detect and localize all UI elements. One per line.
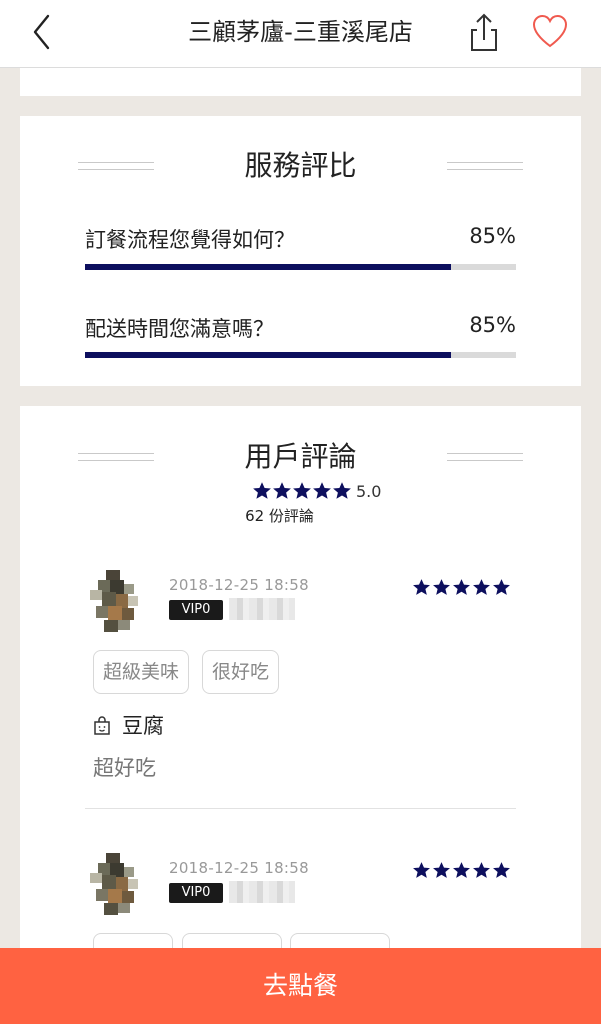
dish-name: 豆腐 [122,714,164,738]
previous-card [20,68,581,96]
review-time: 2018-12-25 18:58 [169,859,309,877]
rating-bar-fill [85,264,452,270]
rating-row-delivery-time: 配送時間您滿意嗎？ 85% [85,313,516,347]
review-divider [85,808,516,809]
decorative-line [447,453,523,461]
review-time: 2018-12-25 18:58 [169,576,309,594]
star-icon [433,862,450,878]
star-icon [253,482,271,499]
star-icon [453,579,470,595]
heart-outline-icon [532,14,568,48]
review-tag: 很好吃 [202,650,280,694]
star-icon [493,579,510,595]
review-stars [412,578,512,597]
reviewer-name-blurred [229,881,295,903]
star-icon [473,862,490,878]
star-icon [493,862,510,878]
review-text: 超好吃 [93,756,156,780]
star-icon [473,579,490,595]
reviewer-name-blurred [229,598,295,620]
rating-question: 訂餐流程您覺得如何？ [85,228,295,252]
review-count: 62 份評論 [245,507,314,525]
rating-percent: 85% [469,313,516,337]
rating-percent: 85% [469,224,516,248]
star-icon [293,482,311,499]
review-tag: 超級美味 [93,650,190,694]
star-icon [413,862,430,878]
avatar [84,847,152,919]
summary-score: 5.0 [356,481,382,501]
star-icon [433,579,450,595]
review-item: 2018-12-25 18:58 VIP0 超級美味 很好吃 豆腐 超好吃 [20,554,581,812]
share-icon [471,13,497,51]
nav-bar: 三顧茅廬-三重溪尾店 [0,0,601,68]
back-button[interactable] [22,10,66,54]
star-icon [413,579,430,595]
summary-rating: 5.0 [252,480,381,502]
order-button[interactable]: 去點餐 [0,948,601,1024]
rating-row-order-process: 訂餐流程您覺得如何？ 85% [85,224,516,258]
share-button[interactable] [462,10,506,56]
summary-stars [252,481,352,501]
user-reviews-card: 用戶評論 5.0 62 份評論 2018-12-25 18:58 VIP0 超級… [20,406,581,966]
decorative-line [447,162,523,170]
service-rating-card: 服務評比 訂餐流程您覺得如何？ 85% 配送時間您滿意嗎？ 85% [20,116,581,386]
vip-badge: VIP0 [169,600,223,620]
dish-bag-icon [94,716,110,735]
avatar [84,564,152,636]
vip-badge: VIP0 [169,883,223,903]
rating-bar-fill [85,352,452,358]
favorite-button[interactable] [530,12,570,52]
star-icon [313,482,331,499]
reviews-section-header: 用戶評論 [20,435,581,479]
page-title: 三顧茅廬-三重溪尾店 [188,18,413,46]
star-icon [273,482,291,499]
chevron-left-icon [33,14,50,50]
service-section-header: 服務評比 [20,144,581,188]
rating-bar-track [85,264,516,270]
rating-bar-track [85,352,516,358]
review-stars [412,861,512,880]
star-icon [453,862,470,878]
rating-question: 配送時間您滿意嗎？ [85,317,274,341]
review-item: 2018-12-25 18:58 VIP0 [20,837,581,966]
star-icon [333,482,351,499]
